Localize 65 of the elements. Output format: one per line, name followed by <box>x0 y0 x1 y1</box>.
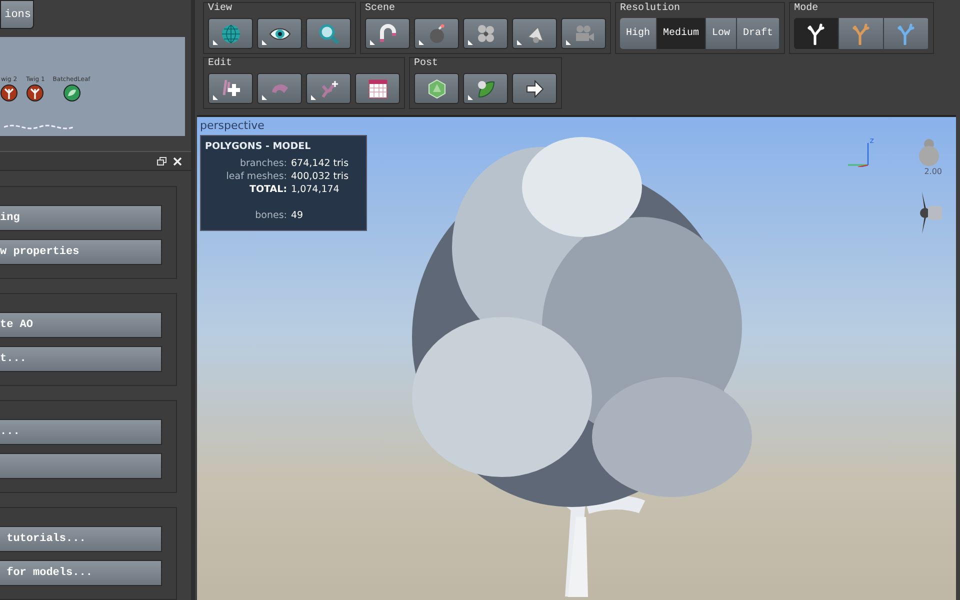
tool-button[interactable] <box>512 18 557 49</box>
tool-button[interactable] <box>463 18 508 49</box>
dropdown-corner-icon <box>468 40 473 45</box>
tool-button[interactable] <box>208 73 253 104</box>
stat-value: 1,074,174 <box>291 183 340 196</box>
stats-title: POLYGONS - MODEL <box>205 141 312 152</box>
dropdown-corner-icon <box>419 40 424 45</box>
panel-button[interactable]: w properties <box>0 239 162 265</box>
stat-label: branches: <box>238 157 287 170</box>
section-title: Edit <box>208 58 234 71</box>
panel-button[interactable] <box>0 453 162 479</box>
dropdown-corner-icon <box>262 95 267 100</box>
panel-button[interactable]: t... <box>0 346 162 372</box>
tool-button[interactable] <box>365 18 410 49</box>
dropdown-corner-icon <box>566 40 571 45</box>
tool-button[interactable] <box>306 73 351 104</box>
tool-button[interactable] <box>257 18 302 49</box>
node-icon[interactable] <box>0 84 18 102</box>
tool-button[interactable] <box>306 18 351 49</box>
panel-button[interactable]: tutorials... <box>0 526 162 552</box>
stat-value: 49 <box>291 209 304 222</box>
stat-label: TOTAL: <box>248 183 287 196</box>
stat-label: leaf meshes: <box>225 170 287 183</box>
tab-button[interactable]: ions <box>0 0 34 29</box>
mode-button[interactable] <box>794 18 840 49</box>
node-icon[interactable] <box>62 84 81 102</box>
arrow-icon <box>524 78 546 100</box>
section-title: Mode <box>794 3 820 16</box>
tool-button[interactable] <box>512 73 557 104</box>
resolution-tab[interactable]: Draft <box>737 18 780 49</box>
magnifier-icon <box>318 22 340 44</box>
dropdown-corner-icon <box>468 95 473 100</box>
dropdown-corner-icon <box>370 40 375 45</box>
dropdown-corner-icon <box>311 95 316 100</box>
section-title: Post <box>414 58 440 71</box>
axis-label: z <box>870 136 874 145</box>
hexagon-icon <box>426 78 448 100</box>
restore-icon[interactable] <box>157 156 167 166</box>
panel-button[interactable]: for models... <box>0 560 162 586</box>
resolution-tab[interactable]: Low <box>706 18 738 49</box>
stat-value: 400,032 tris <box>291 170 349 183</box>
section-title: Scene <box>365 3 396 16</box>
dropdown-corner-icon <box>213 40 218 45</box>
resolution-tab[interactable]: Medium <box>657 18 706 49</box>
globe-icon <box>220 22 242 44</box>
close-icon[interactable] <box>173 156 182 166</box>
dropdown-corner-icon <box>517 40 522 45</box>
panel-button[interactable]: ... <box>0 419 162 445</box>
calendar-icon <box>366 78 388 100</box>
section-title: View <box>208 3 234 16</box>
stat-label: bones: <box>254 209 287 222</box>
node-icon[interactable] <box>26 84 44 102</box>
section-title: Resolution <box>620 3 682 16</box>
tool-button[interactable] <box>414 73 459 104</box>
dropdown-corner-icon <box>213 95 218 100</box>
panel-button[interactable]: te AO <box>0 312 162 338</box>
light-value: 2.00 <box>924 167 942 176</box>
panel-button[interactable]: ing <box>0 205 162 231</box>
3d-viewport[interactable]: perspective POLYGONS - MODEL branches: 674,142 tris leaf meshes: 400,032 tris TOTAL: 1,074,174 bones: 49 z 2.00 <box>197 115 956 600</box>
tool-button[interactable] <box>463 73 508 104</box>
dropdown-corner-icon <box>262 40 267 45</box>
stat-value: 674,142 tris <box>291 157 349 170</box>
view-label: perspective <box>200 119 266 132</box>
resolution-tab[interactable]: High <box>620 18 658 49</box>
tool-button[interactable] <box>355 73 400 104</box>
